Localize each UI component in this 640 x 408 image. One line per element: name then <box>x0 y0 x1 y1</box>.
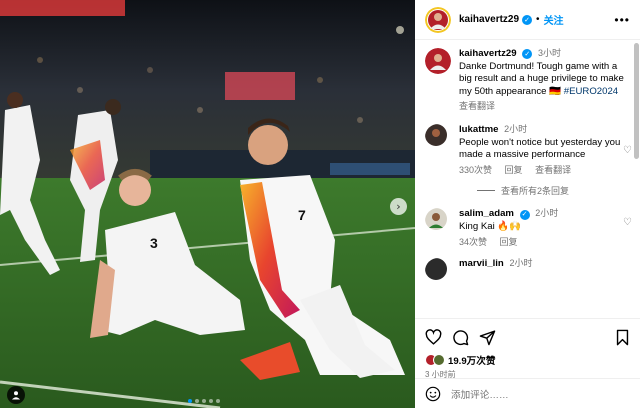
comment-item: marvii_lin 2小时 <box>415 257 640 284</box>
verified-badge-icon: ✓ <box>522 49 533 60</box>
avatar-image <box>425 208 447 231</box>
avatar-image <box>425 123 447 146</box>
author-username[interactable]: kaihavertz29 <box>459 14 519 25</box>
carousel-indicator <box>188 399 220 403</box>
reply-button[interactable]: 回复 <box>500 237 518 247</box>
follow-button[interactable]: 关注 <box>544 12 564 27</box>
post-timestamp[interactable]: 3 小时前 <box>425 369 630 380</box>
svg-text:7: 7 <box>298 207 306 223</box>
comment-meta: 34次赞 回复 <box>459 236 630 249</box>
comment-username[interactable]: lukattme <box>459 124 498 135</box>
avatar-image <box>425 48 451 74</box>
comment-item: salim_adam ✓ 2小时 King Kai 🔥🙌 34次赞 回复 ♡ <box>415 207 640 248</box>
comment-item: lukattme 2小时 People won't notice but yes… <box>415 123 640 176</box>
comment-composer: 添加评论…… <box>415 378 640 408</box>
comments-scroll[interactable]: kaihavertz29 ✓ 3小时 Danke Dortmund! Tough… <box>415 40 640 318</box>
comment-time: 2小时 <box>504 123 528 134</box>
carousel-dot <box>216 399 220 403</box>
author-avatar[interactable] <box>425 6 451 33</box>
post-photo: 3 7 <box>0 0 415 408</box>
comment-body: marvii_lin 2小时 <box>459 257 630 284</box>
post-details-panel: kaihavertz29 ✓ • 关注 ••• kaihavertz29 ✓ 3… <box>415 0 640 408</box>
emoji-icon[interactable] <box>425 386 441 402</box>
more-options-icon[interactable]: ••• <box>614 13 630 27</box>
caption-text-block: Danke Dortmund! Tough game with a big re… <box>459 61 630 99</box>
comment-body: salim_adam ✓ 2小时 King Kai 🔥🙌 34次赞 回复 <box>459 207 630 248</box>
carousel-dot-active <box>188 399 192 403</box>
user-tag-button[interactable] <box>7 386 25 404</box>
comment-time: 2小时 <box>535 208 559 219</box>
avatar-image <box>425 6 451 33</box>
avatar-image <box>425 258 447 281</box>
carousel-dot <box>209 399 213 403</box>
translate-link[interactable]: 查看翻译 <box>535 165 571 175</box>
commenter-avatar[interactable] <box>425 208 451 234</box>
caption-time: 3小时 <box>537 48 561 58</box>
chevron-right-icon: › <box>396 200 401 213</box>
liker-avatar <box>433 354 445 366</box>
caption-meta: 查看翻译 <box>459 100 630 113</box>
verified-badge-icon: ✓ <box>519 209 530 220</box>
comment-text: King Kai 🔥🙌 <box>459 220 522 232</box>
verified-badge-icon: ✓ <box>522 14 533 25</box>
reply-button[interactable]: 回复 <box>505 165 523 175</box>
commenter-avatar[interactable] <box>425 123 451 150</box>
comment-username[interactable]: salim_adam <box>459 208 514 219</box>
action-icons <box>425 327 630 347</box>
comment-like-heart-icon[interactable]: ♡ <box>623 217 632 228</box>
next-image-button[interactable]: › <box>390 198 407 215</box>
post-header: kaihavertz29 ✓ • 关注 ••• <box>415 0 640 40</box>
caption-entry: kaihavertz29 ✓ 3小时 Danke Dortmund! Tough… <box>415 47 640 113</box>
carousel-dot <box>202 399 206 403</box>
carousel-dot <box>195 399 199 403</box>
comment-likes[interactable]: 330次赞 <box>459 165 492 175</box>
hashtag-link[interactable]: #EURO2024 <box>564 86 618 97</box>
likes-row: 19.9万次赞 <box>425 353 630 367</box>
post-actions: 19.9万次赞 3 小时前 <box>415 318 640 380</box>
likes-count[interactable]: 19.9万次赞 <box>448 353 495 367</box>
instagram-post-viewer: 3 7 › kaihavertz29 ✓ • 关注 ••• kaihavertz… <box>0 0 640 408</box>
separator-dot: • <box>536 14 540 25</box>
comment-like-heart-icon[interactable]: ♡ <box>623 145 632 156</box>
view-replies-label: 查看所有2条回复 <box>501 186 570 197</box>
comment-likes[interactable]: 34次赞 <box>459 237 487 247</box>
caption-avatar[interactable] <box>425 48 451 74</box>
caption-username[interactable]: kaihavertz29 <box>459 48 517 59</box>
caption-body: kaihavertz29 ✓ 3小时 Danke Dortmund! Tough… <box>459 47 630 113</box>
comment-icon[interactable] <box>452 329 469 346</box>
comment-text: People won't notice but yesterday you ma… <box>459 136 621 161</box>
translate-link[interactable]: 查看翻译 <box>459 101 495 111</box>
bookmark-icon[interactable] <box>615 329 630 346</box>
comment-time: 2小时 <box>509 258 533 269</box>
svg-text:3: 3 <box>150 235 158 251</box>
commenter-avatar[interactable] <box>425 258 451 284</box>
post-media[interactable]: 3 7 › <box>0 0 415 408</box>
comment-body: lukattme 2小时 People won't notice but yes… <box>459 123 630 176</box>
heart-icon[interactable] <box>425 328 442 346</box>
comment-input[interactable]: 添加评论…… <box>451 387 630 401</box>
share-icon[interactable] <box>479 329 496 346</box>
view-replies-link[interactable]: 查看所有2条回复 <box>415 184 640 197</box>
comment-username[interactable]: marvii_lin <box>459 258 504 269</box>
user-tag-icon <box>12 391 20 400</box>
comment-meta: 330次赞 回复 查看翻译 <box>459 164 630 177</box>
